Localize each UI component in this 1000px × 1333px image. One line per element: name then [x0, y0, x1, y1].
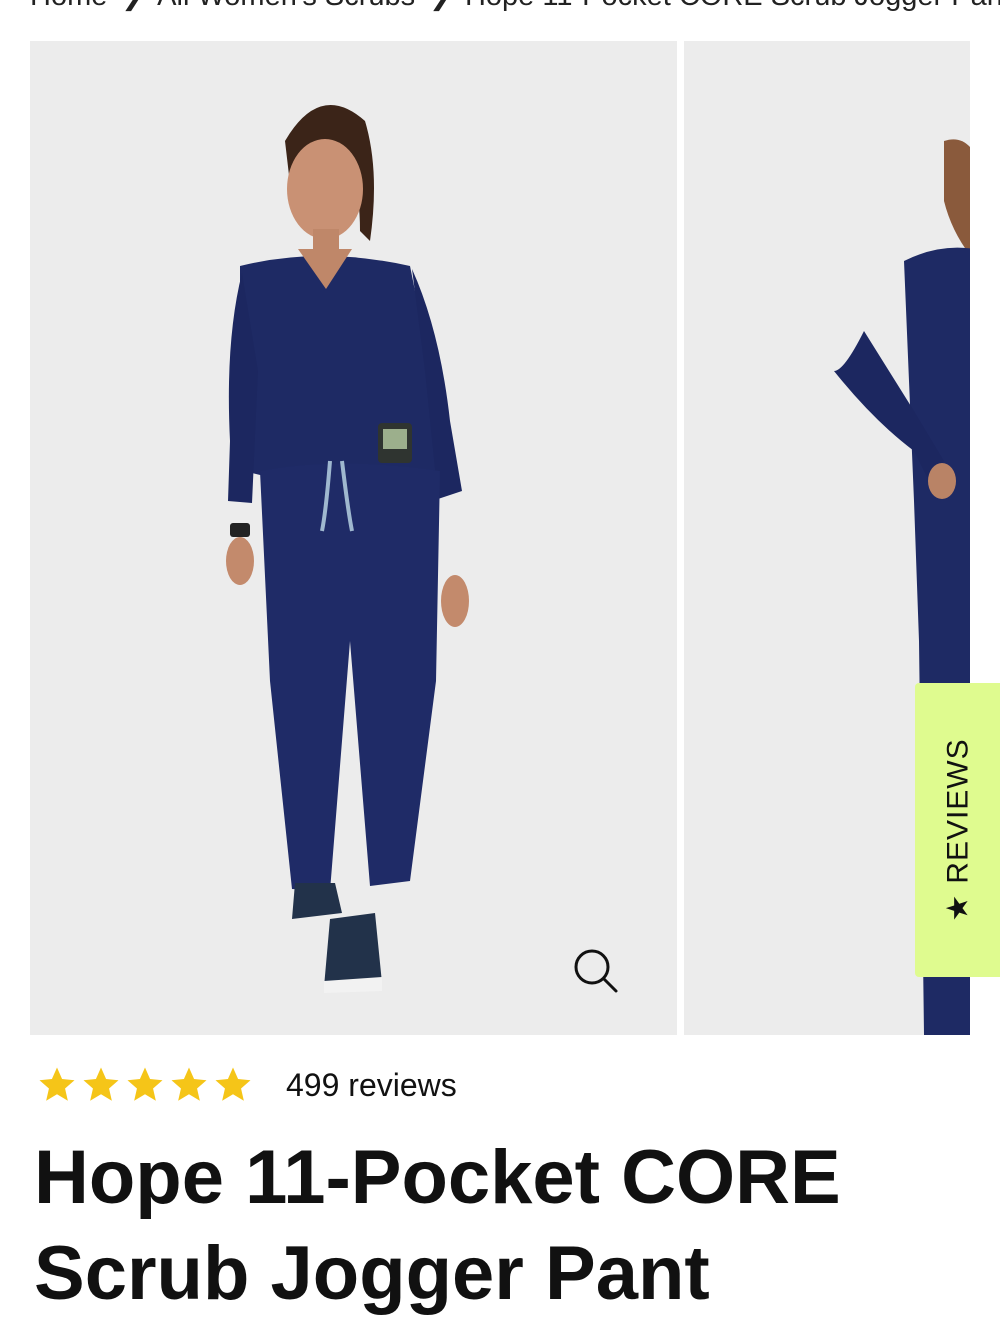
zoom-button[interactable]	[568, 943, 624, 999]
product-image-main[interactable]	[30, 41, 677, 1035]
star-rating	[36, 1064, 254, 1106]
breadcrumb-home[interactable]: Home	[30, 0, 107, 13]
star-icon	[83, 1067, 119, 1101]
breadcrumb-current: Hope 11-Pocket CORE Scrub Jogger Pant	[465, 0, 1000, 13]
magnifier-icon	[574, 949, 618, 993]
star-icon	[127, 1067, 163, 1101]
reviews-tab[interactable]: ★ REVIEWS	[915, 683, 1000, 977]
star-icon: ★	[941, 893, 974, 922]
chevron-right-icon: ❯	[429, 0, 451, 12]
chevron-right-icon: ❯	[121, 0, 143, 12]
breadcrumb-category[interactable]: All Women's Scrubs	[157, 0, 415, 13]
star-icon	[39, 1067, 75, 1101]
model-front-photo	[30, 41, 677, 1035]
breadcrumb: Home ❯ All Women's Scrubs ❯ Hope 11-Pock…	[30, 0, 1000, 14]
star-icon	[171, 1067, 207, 1101]
star-icon	[215, 1067, 251, 1101]
product-gallery[interactable]	[30, 41, 970, 1035]
reviews-tab-label: REVIEWS	[940, 738, 974, 884]
review-count[interactable]: 499 reviews	[286, 1067, 457, 1104]
reviews-tab-label-group: ★ REVIEWS	[940, 738, 975, 921]
product-title: Hope 11-Pocket CORE Scrub Jogger Pant	[34, 1135, 841, 1316]
rating-summary[interactable]: 499 reviews	[36, 1060, 457, 1110]
